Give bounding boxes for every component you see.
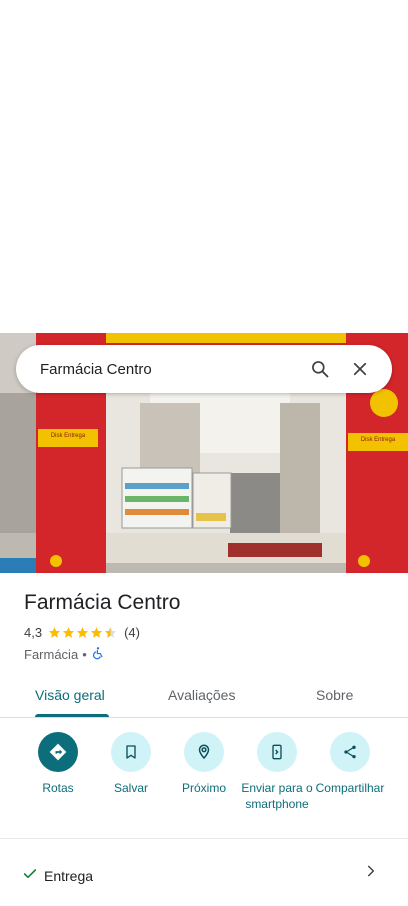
place-details-screen: Disk Entrega Disk Entrega Farmácia Centr… xyxy=(0,0,408,906)
chevron-right-icon[interactable] xyxy=(364,864,378,883)
star-icon xyxy=(62,627,75,638)
share-button[interactable]: Compartilhar xyxy=(312,732,388,796)
star-icon xyxy=(90,627,103,638)
place-title: Farmácia Centro xyxy=(24,591,181,614)
divider xyxy=(0,838,408,839)
directions-button[interactable]: Rotas xyxy=(20,732,96,796)
half-star-icon xyxy=(104,627,117,638)
active-tab-indicator xyxy=(35,714,109,717)
tab-bar: Visão geral Avaliações Sobre xyxy=(0,672,408,718)
separator-dot: • xyxy=(82,647,87,662)
search-bar[interactable]: Farmácia Centro xyxy=(16,345,392,393)
share-label: Compartilhar xyxy=(315,781,385,795)
star-icon xyxy=(76,627,89,638)
tab-reviews[interactable]: Avaliações xyxy=(168,672,235,717)
rating-value: 4,3 xyxy=(24,625,43,640)
bookmark-icon[interactable] xyxy=(111,732,151,772)
directions-label: Rotas xyxy=(42,781,74,795)
delivery-row[interactable]: Entrega xyxy=(0,856,408,896)
left-sign-text: Disk Entrega xyxy=(51,433,86,439)
map-area[interactable] xyxy=(0,0,408,333)
wheelchair-icon xyxy=(91,646,105,663)
right-sign-text: Disk Entrega xyxy=(361,437,396,443)
close-icon[interactable] xyxy=(340,349,380,389)
send-to-phone-icon[interactable] xyxy=(257,732,297,772)
save-button[interactable]: Salvar xyxy=(93,732,169,796)
review-count[interactable]: (4) xyxy=(124,625,140,640)
nearby-label: Próximo xyxy=(181,781,226,795)
action-buttons: Rotas Salvar Próximo Enviar para o smart… xyxy=(0,730,408,830)
share-icon[interactable] xyxy=(330,732,370,772)
send-to-phone-label: Enviar para o smartphone xyxy=(241,781,313,811)
nearby-icon[interactable] xyxy=(184,732,224,772)
nearby-button[interactable]: Próximo xyxy=(166,732,242,796)
tab-about[interactable]: Sobre xyxy=(316,672,353,717)
star-icon xyxy=(48,627,61,638)
rating-stars xyxy=(48,626,118,639)
search-icon[interactable] xyxy=(300,349,340,389)
search-query-text[interactable]: Farmácia Centro xyxy=(40,361,300,378)
save-label: Salvar xyxy=(113,781,148,795)
delivery-label: Entrega xyxy=(44,868,94,884)
check-icon xyxy=(22,866,38,887)
tab-overview[interactable]: Visão geral xyxy=(35,672,105,717)
send-to-phone-button[interactable]: Enviar para o smartphone xyxy=(239,732,315,812)
category-label: Farmácia xyxy=(24,647,79,662)
directions-icon[interactable] xyxy=(38,732,78,772)
category-row: Farmácia • xyxy=(24,646,105,663)
rating-row[interactable]: 4,3 (4) xyxy=(24,625,140,640)
